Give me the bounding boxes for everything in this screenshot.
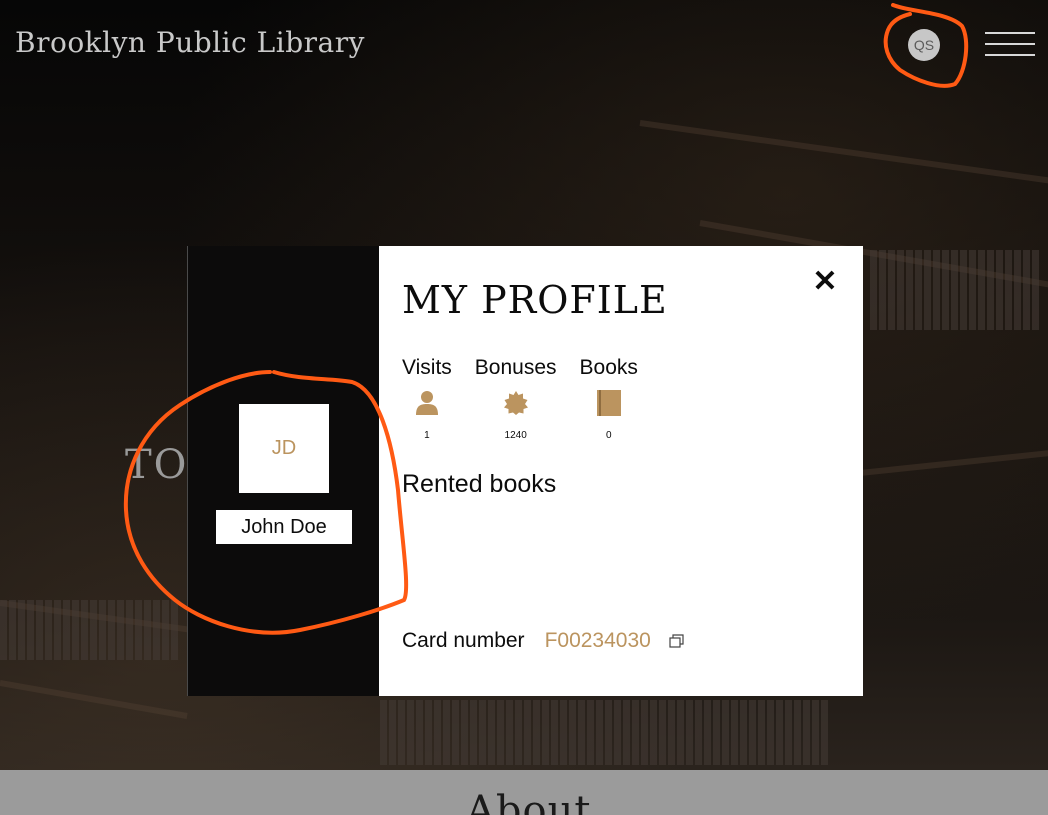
site-title[interactable]: Brooklyn Public Library bbox=[15, 26, 365, 59]
card-number-label: Card number bbox=[402, 629, 525, 652]
user-initials-avatar: JD bbox=[239, 404, 329, 493]
hero-heading-fragment: TO bbox=[125, 442, 189, 488]
stat-bonuses: Bonuses 1240 bbox=[475, 356, 557, 441]
profile-modal: JD John Doe MY PROFILE ✕ Visits 1 Bonuse… bbox=[187, 246, 863, 696]
modal-title: MY PROFILE bbox=[402, 278, 668, 322]
stat-value: 1240 bbox=[504, 430, 527, 441]
card-number-row: Card number F00234030 bbox=[402, 629, 684, 653]
stat-label: Bonuses bbox=[474, 356, 557, 379]
copy-icon[interactable] bbox=[669, 634, 684, 648]
stat-value: 1 bbox=[424, 430, 430, 441]
card-number-value[interactable]: F00234030 bbox=[545, 629, 651, 653]
person-icon bbox=[415, 390, 438, 416]
profile-avatar-button[interactable]: QS bbox=[908, 29, 940, 61]
about-section: About bbox=[0, 770, 1048, 815]
profile-modal-content: MY PROFILE ✕ Visits 1 Bonuses 1240 Books… bbox=[379, 246, 863, 696]
rented-books-heading: Rented books bbox=[402, 470, 557, 498]
stat-books: Books 0 bbox=[580, 356, 638, 441]
profile-modal-sidebar: JD John Doe bbox=[187, 246, 379, 696]
site-header: Brooklyn Public Library QS bbox=[0, 0, 1048, 90]
hamburger-menu-icon[interactable] bbox=[985, 30, 1035, 58]
badge-star-icon bbox=[503, 390, 528, 416]
stat-label: Visits bbox=[402, 356, 452, 379]
about-heading: About bbox=[466, 788, 592, 815]
profile-stats: Visits 1 Bonuses 1240 Books 0 bbox=[402, 356, 638, 441]
close-icon[interactable]: ✕ bbox=[811, 267, 839, 297]
stat-label: Books bbox=[579, 356, 638, 379]
stat-value: 0 bbox=[605, 430, 612, 441]
user-full-name: John Doe bbox=[216, 510, 352, 544]
book-icon bbox=[596, 390, 621, 416]
stat-visits: Visits 1 bbox=[402, 356, 452, 441]
